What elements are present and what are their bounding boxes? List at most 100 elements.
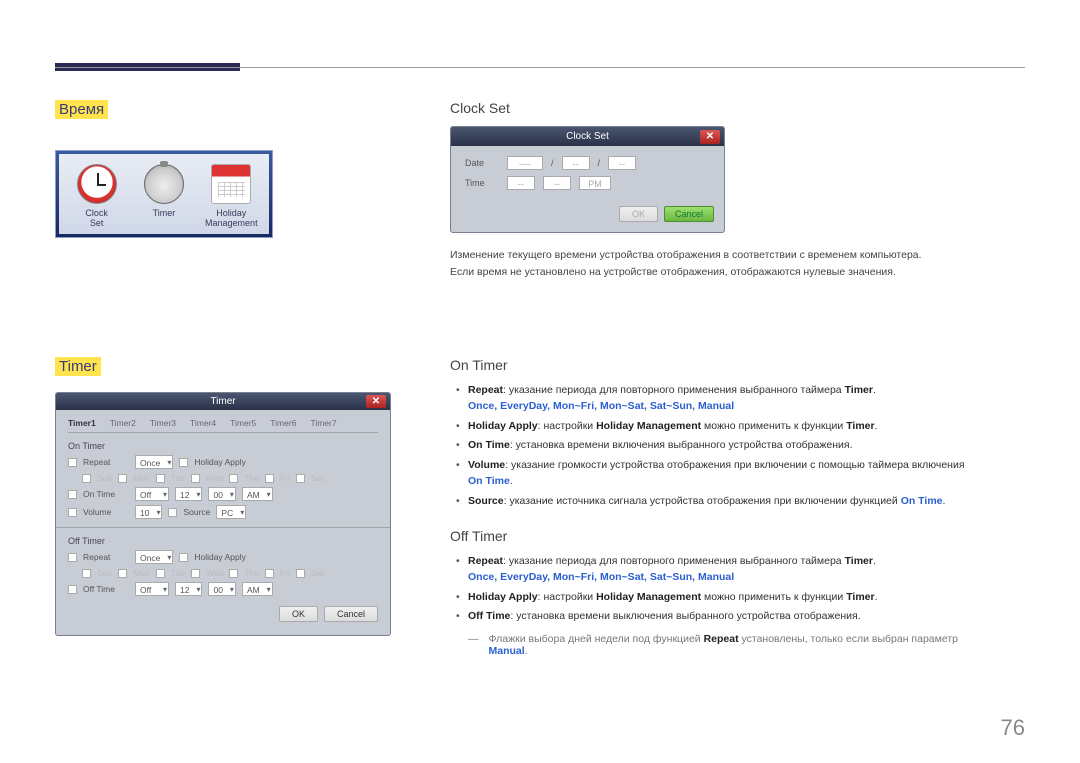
days-row-on: Sun Mon Tue Wed Thu Fri Sat (68, 473, 378, 483)
day-sun: Sun (97, 473, 112, 483)
date-day[interactable]: -- (608, 156, 636, 170)
holiday-apply-label: Holiday Apply (194, 457, 246, 467)
close-icon[interactable]: ✕ (700, 130, 720, 144)
close-icon[interactable]: ✕ (366, 395, 386, 408)
clock-set-desc2: Если время не установлено на устройстве … (450, 264, 1025, 281)
holiday-apply-checkbox[interactable] (179, 458, 188, 467)
volume-value[interactable]: 10 (135, 505, 162, 519)
term-repeat: Repeat (468, 384, 503, 396)
off-timer-b2: Holiday Apply: настройки Holiday Managem… (468, 590, 1025, 606)
term-on-time: On Time (468, 439, 510, 451)
day-chk[interactable] (296, 569, 305, 578)
t: : указание громкости устройства отображе… (505, 459, 964, 471)
t: Флажки выбора дней недели под функцией (489, 633, 704, 645)
day-chk[interactable] (82, 474, 91, 483)
on-timer-b1: Repeat: указание периода для повторного … (468, 383, 1025, 415)
term-timer: Timer (845, 384, 873, 396)
date-label: Date (465, 158, 499, 168)
day-chk[interactable] (156, 474, 165, 483)
repeat-select[interactable]: Once (135, 455, 173, 469)
holiday-icon-btn[interactable]: Holiday Management (201, 164, 261, 228)
day-chk[interactable] (191, 474, 200, 483)
repeat-checkbox-off[interactable] (68, 553, 77, 562)
off-time-h[interactable]: 12 (175, 582, 202, 596)
off-time-ampm[interactable]: AM (242, 582, 273, 596)
off-time-checkbox[interactable] (68, 585, 77, 594)
tab-timer1[interactable]: Timer1 (68, 418, 96, 428)
off-time-state[interactable]: Off (135, 582, 169, 596)
term-holiday-apply: Holiday Apply (468, 591, 538, 603)
day-mon: Mon (133, 473, 150, 483)
tab-timer5[interactable]: Timer5 (230, 418, 256, 428)
volume-checkbox[interactable] (68, 508, 77, 517)
calendar-icon (211, 164, 251, 204)
heading-timer: Timer (55, 357, 101, 376)
repeat-options: Once, EveryDay, Mon~Fri, Mon~Sat, Sat~Su… (468, 571, 734, 583)
mock-time-panel: Clock Set Timer Holiday Management (55, 150, 397, 238)
on-time-m[interactable]: 00 (208, 487, 235, 501)
tab-timer7[interactable]: Timer7 (310, 418, 336, 428)
day-chk[interactable] (156, 569, 165, 578)
repeat-checkbox[interactable] (68, 458, 77, 467)
day-chk[interactable] (229, 569, 238, 578)
tab-timer6[interactable]: Timer6 (270, 418, 296, 428)
date-month[interactable]: -- (562, 156, 590, 170)
timer-icon-btn[interactable]: Timer (134, 164, 194, 228)
volume-label: Volume (83, 507, 129, 517)
note-row: ― Флажки выбора дней недели под функцией… (450, 633, 1025, 657)
date-year[interactable]: ---- (507, 156, 543, 170)
ok-button[interactable]: OK (619, 206, 658, 222)
term-timer: Timer (846, 591, 874, 603)
on-time-checkbox[interactable] (68, 490, 77, 499)
day-chk[interactable] (118, 474, 127, 483)
day-chk[interactable] (191, 569, 200, 578)
t: : указание источника сигнала устройства … (504, 495, 901, 507)
ok-button[interactable]: OK (279, 606, 318, 622)
time-h[interactable]: -- (507, 176, 535, 190)
day-chk[interactable] (265, 474, 274, 483)
term-off-time: Off Time (468, 610, 510, 622)
on-time-h[interactable]: 12 (175, 487, 202, 501)
day-chk[interactable] (82, 569, 91, 578)
repeat-label: Repeat (83, 457, 129, 467)
note-body: Флажки выбора дней недели под функцией R… (489, 633, 959, 657)
repeat-select-off[interactable]: Once (135, 550, 173, 564)
term-timer: Timer (846, 420, 874, 432)
day-tue-off: Tue (171, 568, 185, 578)
cancel-button[interactable]: Cancel (324, 606, 378, 622)
on-time-state[interactable]: Off (135, 487, 169, 501)
day-chk[interactable] (265, 569, 274, 578)
tab-timer3[interactable]: Timer3 (150, 418, 176, 428)
slash: / (598, 158, 601, 168)
day-sat: Sat (311, 473, 324, 483)
day-chk[interactable] (118, 569, 127, 578)
tab-timer4[interactable]: Timer4 (190, 418, 216, 428)
on-time-ampm[interactable]: AM (242, 487, 273, 501)
clock-set-icon-btn[interactable]: Clock Set (67, 164, 127, 228)
time-ampm[interactable]: PM (579, 176, 611, 190)
holiday-apply-checkbox-off[interactable] (179, 553, 188, 562)
tab-timer2[interactable]: Timer2 (110, 418, 136, 428)
on-timer-bullets: Repeat: указание периода для повторного … (450, 383, 1025, 509)
off-time-m[interactable]: 00 (208, 582, 235, 596)
clock-set-body: Date ---- / -- / -- Time -- -- PM (451, 146, 724, 206)
time-m[interactable]: -- (543, 176, 571, 190)
time-label: Time (465, 178, 499, 188)
source-value[interactable]: PC (216, 505, 246, 519)
term-timer: Timer (845, 555, 873, 567)
page-number: 76 (1001, 715, 1025, 741)
off-timer-heading: Off Timer (450, 528, 1025, 544)
date-row: Date ---- / -- / -- (465, 156, 710, 170)
day-tue: Tue (171, 473, 185, 483)
cancel-button[interactable]: Cancel (664, 206, 714, 222)
day-chk[interactable] (229, 474, 238, 483)
source-checkbox[interactable] (168, 508, 177, 517)
left-heading-time-block: Время (55, 100, 397, 119)
on-timer-section: On Timer Repeat: указание периода для по… (450, 357, 1025, 513)
holiday-apply-label-off: Holiday Apply (194, 552, 246, 562)
term-source: Source (468, 495, 504, 507)
term-volume: Volume (468, 459, 505, 471)
day-chk[interactable] (296, 474, 305, 483)
t: : указание периода для повторного примен… (503, 555, 845, 567)
divider (56, 527, 390, 528)
